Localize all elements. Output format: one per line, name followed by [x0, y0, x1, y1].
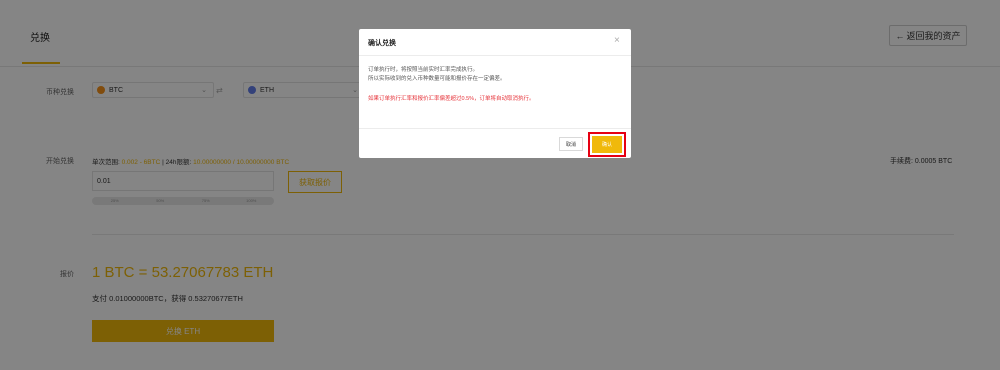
dialog-text-line1: 订单执行时，将按照当前实时汇率完成执行。 — [368, 67, 479, 73]
page: 兑换 ← 返回我的资产 币种兑换 BTC ⌄ ⇄ ETH ⌄ 开始兑换 单次范围… — [0, 0, 1000, 370]
dialog-title: 确认兑换 — [368, 40, 396, 47]
cancel-button[interactable]: 取消 — [559, 137, 583, 151]
confirm-exchange-dialog: 确认兑换 × 订单执行时，将按照当前实时汇率完成执行。 所以实际收到的兑入币种数… — [359, 29, 631, 158]
confirm-button[interactable]: 确认 — [592, 136, 622, 153]
close-icon[interactable]: × — [614, 35, 620, 46]
dialog-footer-divider — [359, 128, 631, 129]
dialog-warning: 如果订单执行汇率和报价汇率偏差超过0.5%，订单将自动取消执行。 — [368, 96, 535, 102]
dialog-header-divider — [359, 55, 631, 56]
dialog-text-line2: 所以实际收到的兑入币种数量可能和报价存在一定偏差。 — [368, 76, 506, 82]
